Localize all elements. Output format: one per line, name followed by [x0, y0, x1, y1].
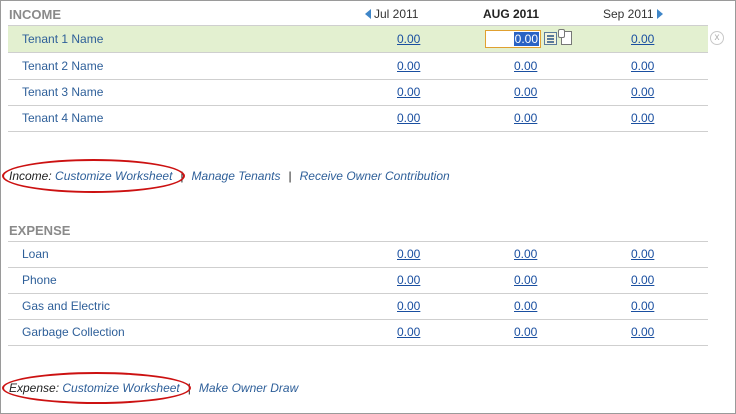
- row-label: Tenant 2 Name: [22, 59, 104, 73]
- income-links: Income: Customize Worksheet | Manage Tenan…: [9, 169, 450, 183]
- amount-input[interactable]: 0.00: [485, 30, 541, 48]
- expense-customize-worksheet-link[interactable]: Customize Worksheet: [62, 381, 179, 395]
- expense-section-title: EXPENSE: [9, 223, 71, 238]
- current-month-header: AUG 2011: [483, 7, 540, 21]
- value-link-sep[interactable]: 0.00: [631, 59, 654, 73]
- prev-month-label: Jul 2011: [374, 7, 419, 21]
- next-month-arrow-icon[interactable]: [656, 9, 663, 19]
- value-link-sep[interactable]: 0.00: [631, 273, 654, 287]
- worksheet-panel: INCOME Jul 2011 AUG 2011 Sep 2011 Tenant…: [0, 0, 736, 414]
- value-link-aug[interactable]: 0.00: [514, 85, 537, 99]
- income-section-title: INCOME: [9, 7, 61, 22]
- value-link-sep[interactable]: 0.00: [631, 32, 654, 46]
- table-row: Loan 0.00 0.00 0.00: [8, 241, 708, 268]
- table-row: Tenant 4 Name 0.00 0.00 0.00: [8, 105, 708, 132]
- value-link-jul[interactable]: 0.00: [397, 85, 420, 99]
- row-label: Tenant 4 Name: [22, 111, 104, 125]
- value-link-aug[interactable]: 0.00: [514, 247, 537, 261]
- value-link-jul[interactable]: 0.00: [397, 59, 420, 73]
- close-icon[interactable]: x: [710, 31, 724, 45]
- row-label: Tenant 3 Name: [22, 85, 104, 99]
- note-icon[interactable]: [558, 29, 572, 45]
- value-link-jul[interactable]: 0.00: [397, 32, 420, 46]
- value-link-aug[interactable]: 0.00: [514, 273, 537, 287]
- value-link-sep[interactable]: 0.00: [631, 111, 654, 125]
- amount-input-value: 0.00: [513, 32, 539, 46]
- table-row: Tenant 1 Name 0.00 0.00 0.00: [8, 25, 708, 53]
- table-row: Gas and Electric 0.00 0.00 0.00: [8, 293, 708, 320]
- table-row: Garbage Collection 0.00 0.00 0.00: [8, 319, 708, 346]
- value-link-aug[interactable]: 0.00: [514, 59, 537, 73]
- value-link-jul[interactable]: 0.00: [397, 299, 420, 313]
- value-link-jul[interactable]: 0.00: [397, 111, 420, 125]
- link-separator: |: [187, 381, 191, 395]
- row-label: Phone: [22, 273, 57, 287]
- value-link-jul[interactable]: 0.00: [397, 325, 420, 339]
- income-customize-worksheet-link[interactable]: Customize Worksheet: [55, 169, 172, 183]
- value-link-aug[interactable]: 0.00: [514, 299, 537, 313]
- next-month-header[interactable]: Sep 2011: [603, 7, 663, 21]
- table-row: Tenant 2 Name 0.00 0.00 0.00: [8, 53, 708, 80]
- prev-month-arrow-icon[interactable]: [365, 9, 371, 19]
- value-link-sep[interactable]: 0.00: [631, 247, 654, 261]
- expense-links: Expense: Customize Worksheet | Make Owner …: [9, 381, 298, 395]
- value-link-sep[interactable]: 0.00: [631, 85, 654, 99]
- prev-month-header[interactable]: Jul 2011: [365, 7, 418, 21]
- value-link-aug[interactable]: 0.00: [514, 325, 537, 339]
- value-link-jul[interactable]: 0.00: [397, 247, 420, 261]
- table-row: Phone 0.00 0.00 0.00: [8, 267, 708, 294]
- value-link-sep[interactable]: 0.00: [631, 325, 654, 339]
- next-month-label: Sep 2011: [603, 7, 654, 21]
- value-link-jul[interactable]: 0.00: [397, 273, 420, 287]
- calculator-icon[interactable]: [544, 32, 557, 45]
- row-label: Loan: [22, 247, 49, 261]
- receive-owner-contribution-link[interactable]: Receive Owner Contribution: [300, 169, 450, 183]
- row-label: Gas and Electric: [22, 299, 111, 313]
- manage-tenants-link[interactable]: Manage Tenants: [192, 169, 281, 183]
- row-label: Garbage Collection: [22, 325, 125, 339]
- table-row: Tenant 3 Name 0.00 0.00 0.00: [8, 79, 708, 106]
- link-separator: |: [180, 169, 184, 183]
- income-links-prefix: Income:: [9, 169, 52, 183]
- link-separator: |: [288, 169, 292, 183]
- row-label: Tenant 1 Name: [22, 32, 104, 46]
- expense-links-prefix: Expense:: [9, 381, 60, 395]
- value-link-aug[interactable]: 0.00: [514, 111, 537, 125]
- value-link-sep[interactable]: 0.00: [631, 299, 654, 313]
- make-owner-draw-link[interactable]: Make Owner Draw: [199, 381, 298, 395]
